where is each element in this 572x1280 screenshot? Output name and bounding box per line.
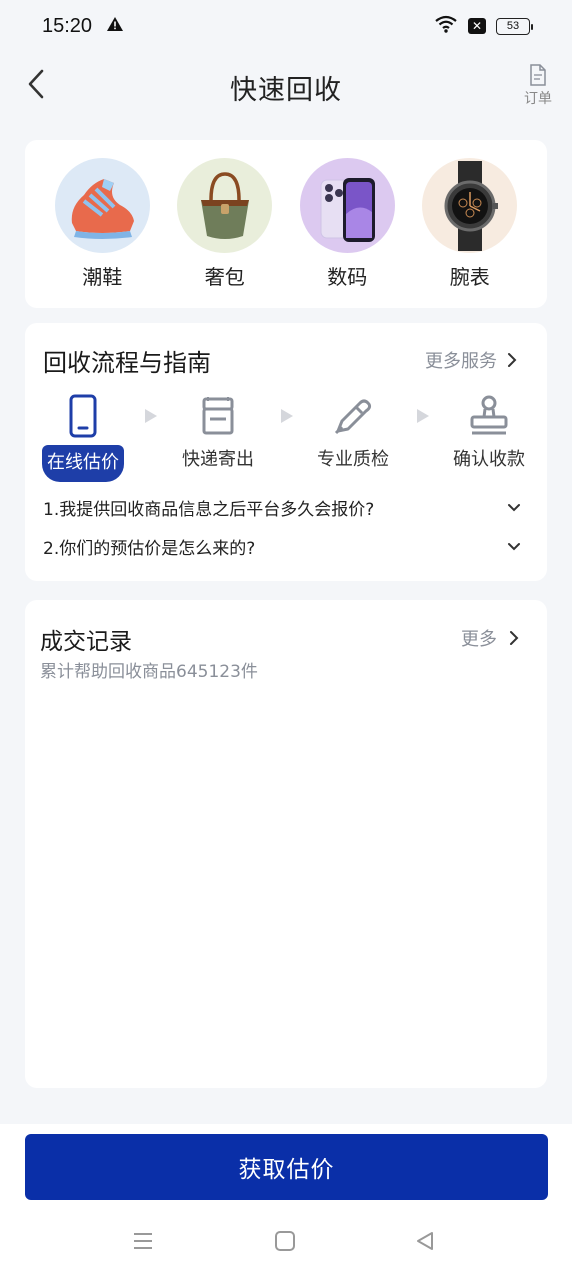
wifi-icon bbox=[434, 15, 458, 38]
phone-image bbox=[299, 158, 395, 253]
order-label: 订单 bbox=[524, 91, 552, 107]
step-inspection[interactable]: 专业质检 bbox=[303, 393, 403, 471]
records-more-link[interactable]: 更多 bbox=[461, 625, 519, 651]
step-label: 在线估价 bbox=[42, 445, 124, 482]
step-label: 确认收款 bbox=[453, 449, 525, 470]
home-nav-button[interactable] bbox=[274, 1230, 296, 1256]
faq-item[interactable]: 1.我提供回收商品信息之后平台多久会报价? bbox=[43, 495, 521, 520]
records-subtitle: 累计帮助回收商品645123件 bbox=[40, 662, 258, 682]
menu-icon bbox=[134, 1233, 152, 1249]
back-nav-button[interactable] bbox=[414, 1230, 436, 1256]
battery-level: 53 bbox=[506, 20, 520, 32]
category-label: 奢包 bbox=[204, 265, 245, 289]
chevron-right-icon bbox=[510, 631, 519, 645]
step-online-quote[interactable]: 在线估价 bbox=[33, 393, 133, 482]
nav-bar: 快速回收 订单 bbox=[0, 52, 572, 118]
records-more-label: 更多 bbox=[461, 629, 497, 650]
records-title: 成交记录 bbox=[40, 629, 132, 655]
sneaker-image bbox=[54, 158, 150, 253]
system-nav-bar bbox=[0, 1220, 572, 1270]
bottom-action-area: 获取估价 bbox=[0, 1124, 572, 1280]
more-services-label: 更多服务 bbox=[425, 351, 497, 372]
step-arrow-icon bbox=[417, 409, 429, 423]
triangle-back-icon bbox=[417, 1232, 433, 1250]
guide-title: 回收流程与指南 bbox=[43, 349, 211, 377]
phone-icon bbox=[33, 393, 133, 439]
chevron-right-icon bbox=[508, 353, 517, 367]
more-services-link[interactable]: 更多服务 bbox=[425, 347, 517, 373]
notification-x-icon: ✕ bbox=[468, 18, 486, 34]
status-time: 15:20 bbox=[42, 14, 93, 37]
step-confirm-payment[interactable]: 确认收款 bbox=[439, 393, 539, 471]
step-ship[interactable]: 快递寄出 bbox=[168, 393, 268, 471]
stamp-icon bbox=[439, 393, 539, 439]
package-icon bbox=[168, 393, 268, 439]
get-quote-button[interactable]: 获取估价 bbox=[25, 1134, 548, 1200]
page-title: 快速回收 bbox=[230, 75, 342, 106]
category-watches[interactable]: 腕表 bbox=[418, 158, 522, 308]
status-bar: 15:20 ✕ 53 bbox=[0, 0, 572, 52]
category-digital[interactable]: 数码 bbox=[295, 158, 399, 308]
step-arrow-icon bbox=[145, 409, 157, 423]
recycle-guide-card: 回收流程与指南 更多服务 在线估价 快递寄出 专业质检 确认收款 1.我提供回收… bbox=[25, 323, 547, 581]
transaction-records-card: 成交记录 更多 累计帮助回收商品645123件 bbox=[25, 600, 547, 1088]
watch-image bbox=[422, 158, 518, 253]
handbag-image bbox=[177, 158, 273, 253]
category-handbags[interactable]: 奢包 bbox=[173, 158, 277, 308]
warning-icon bbox=[106, 15, 124, 37]
order-button[interactable]: 订单 bbox=[520, 64, 556, 108]
process-steps: 在线估价 快递寄出 专业质检 确认收款 bbox=[25, 393, 547, 483]
step-label: 快递寄出 bbox=[182, 449, 254, 470]
step-arrow-icon bbox=[281, 409, 293, 423]
faq-question: 2.你们的预估价是怎么来的? bbox=[43, 539, 256, 559]
chevron-down-icon bbox=[508, 503, 520, 511]
document-icon bbox=[530, 64, 546, 86]
category-card: 潮鞋 奢包 数码 腕表 bbox=[25, 140, 547, 308]
battery-icon: 53 bbox=[496, 17, 533, 35]
category-label: 潮鞋 bbox=[82, 265, 123, 289]
square-icon bbox=[275, 1231, 295, 1251]
category-sneakers[interactable]: 潮鞋 bbox=[50, 158, 154, 308]
chevron-down-icon bbox=[508, 542, 520, 550]
category-label: 腕表 bbox=[449, 265, 490, 289]
inspection-pen-icon bbox=[303, 393, 403, 439]
category-label: 数码 bbox=[327, 265, 368, 289]
faq-item[interactable]: 2.你们的预估价是怎么来的? bbox=[43, 534, 521, 559]
faq-question: 1.我提供回收商品信息之后平台多久会报价? bbox=[43, 500, 375, 520]
menu-nav-button[interactable] bbox=[132, 1230, 154, 1256]
step-label: 专业质检 bbox=[317, 449, 389, 470]
